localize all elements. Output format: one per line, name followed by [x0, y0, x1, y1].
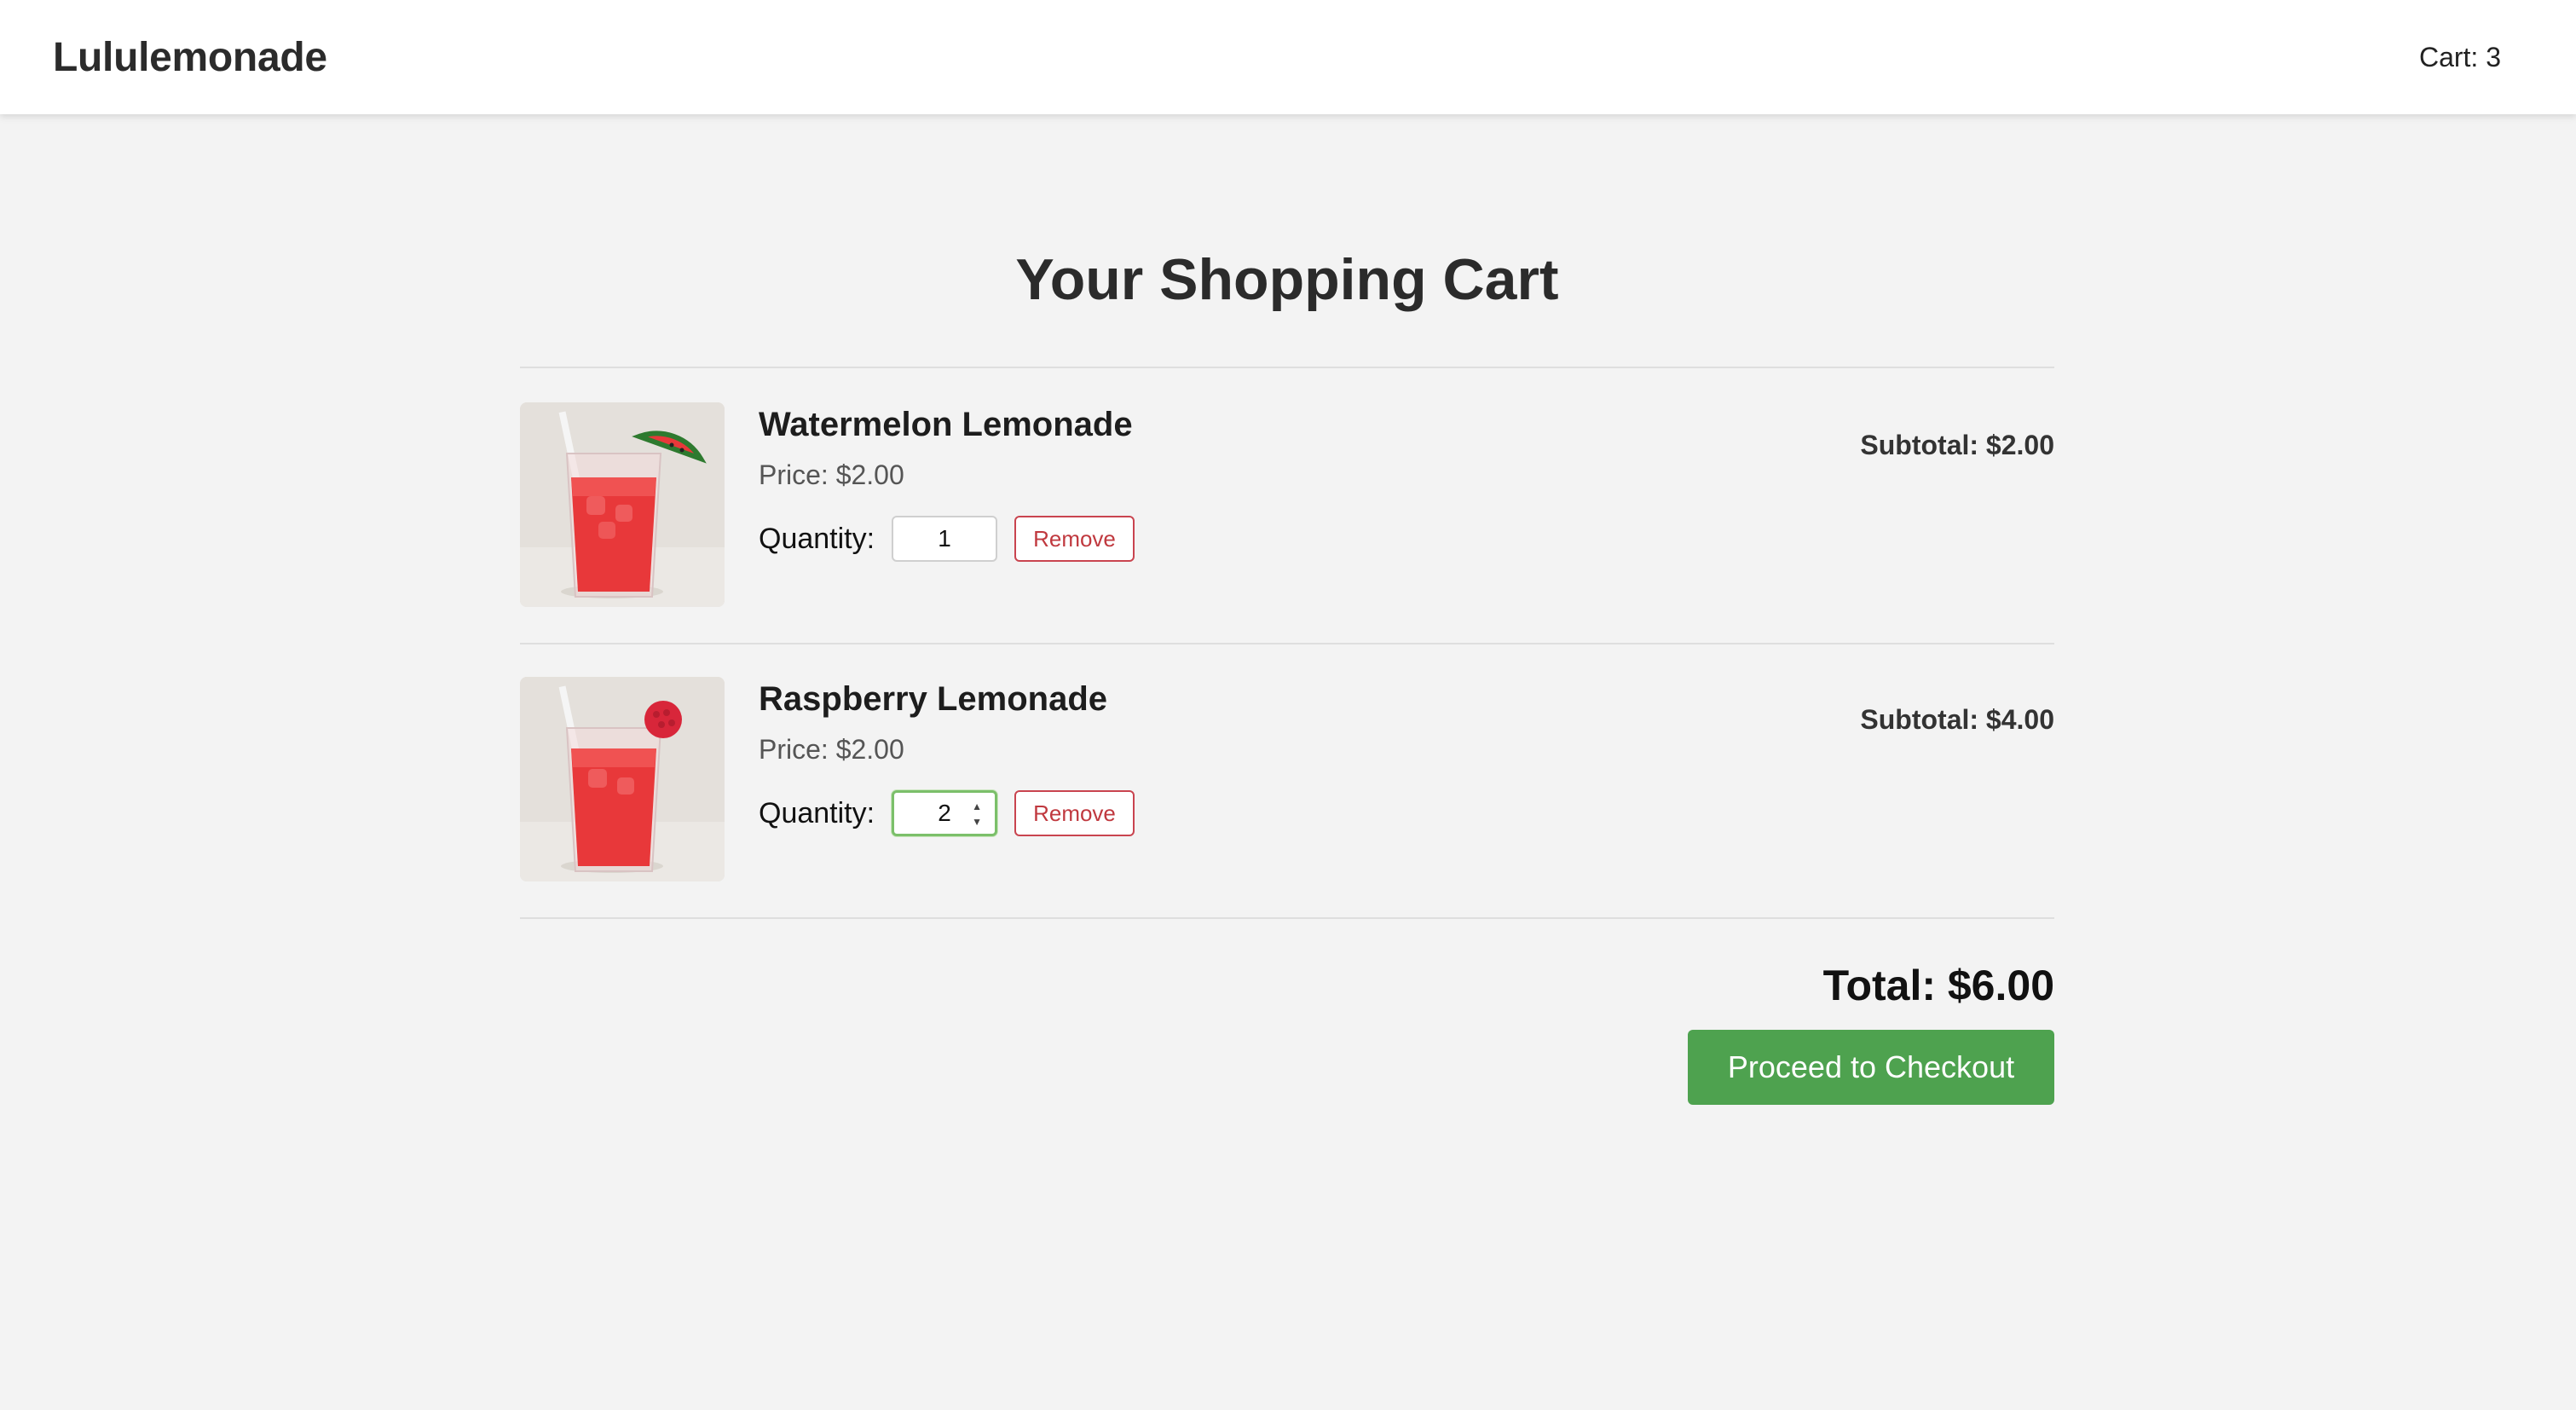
- remove-button[interactable]: Remove: [1014, 790, 1135, 836]
- quantity-label: Quantity:: [759, 796, 875, 829]
- divider: [520, 643, 2054, 644]
- quantity-input[interactable]: 2 ▲ ▼: [892, 790, 998, 836]
- item-price: Price: $2.00: [759, 459, 904, 490]
- item-subtotal: Subtotal: $2.00: [1860, 430, 2054, 460]
- cart-total: Total: $6.00: [1822, 962, 2054, 1009]
- brand-logo-text[interactable]: Lululemonade: [53, 34, 327, 81]
- quantity-row: Quantity: 2 ▲ ▼ Remove: [759, 789, 1135, 837]
- chevron-up-icon[interactable]: ▲: [972, 801, 982, 812]
- divider: [520, 367, 2054, 368]
- quantity-value: 1: [938, 525, 951, 552]
- quantity-value: 2: [938, 800, 951, 826]
- remove-button[interactable]: Remove: [1014, 516, 1135, 562]
- watermelon-lemonade-image: [520, 402, 725, 607]
- cart-item-raspberry: Raspberry Lemonade Price: $2.00 Quantity…: [520, 677, 2054, 881]
- checkout-button[interactable]: Proceed to Checkout: [1688, 1030, 2054, 1105]
- chevron-down-icon[interactable]: ▼: [972, 817, 982, 827]
- cart-item-watermelon: Watermelon Lemonade Price: $2.00 Quantit…: [520, 402, 2054, 607]
- page-title: Your Shopping Cart: [1015, 247, 1559, 312]
- quantity-row: Quantity: 1 Remove: [759, 515, 1135, 563]
- quantity-label: Quantity:: [759, 522, 875, 555]
- cart-count-link[interactable]: Cart: 3: [2419, 42, 2501, 73]
- quantity-input[interactable]: 1: [892, 516, 998, 562]
- top-navbar: Lululemonade Cart: 3: [0, 0, 2576, 114]
- item-subtotal: Subtotal: $4.00: [1860, 704, 2054, 735]
- item-name: Raspberry Lemonade: [759, 680, 1108, 718]
- item-name: Watermelon Lemonade: [759, 406, 1133, 443]
- item-price: Price: $2.00: [759, 734, 904, 765]
- quantity-stepper[interactable]: ▲ ▼: [969, 801, 985, 827]
- divider: [520, 917, 2054, 919]
- raspberry-lemonade-image: [520, 677, 725, 881]
